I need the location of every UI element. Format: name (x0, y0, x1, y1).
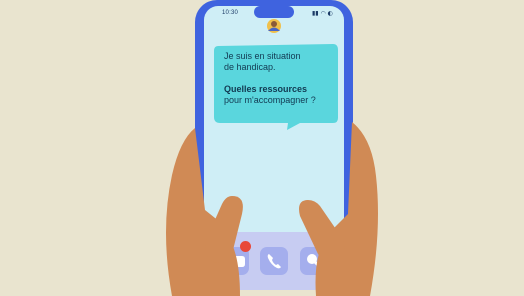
hands (166, 122, 378, 296)
illustration-scene: 10:30 ▮▮ ◠ ◐ Je suis en situation de han… (0, 0, 524, 296)
right-hand (315, 122, 378, 296)
left-thumb (205, 196, 243, 263)
